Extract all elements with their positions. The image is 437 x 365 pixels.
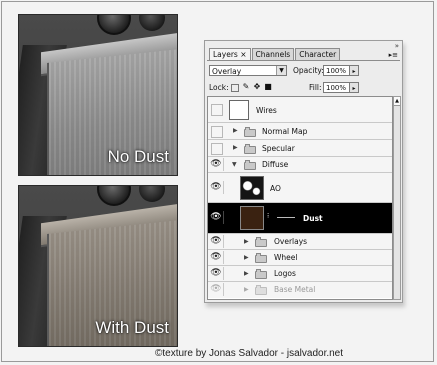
folder-icon: [255, 269, 267, 279]
move-icon[interactable]: ✥: [253, 83, 261, 91]
blend-mode-value: Overlay: [212, 67, 242, 76]
brush-icon[interactable]: ✎: [242, 83, 250, 91]
chain-link-icon: ⁝: [267, 212, 270, 220]
layers-panel: » Layers × Channels Character ▸≡ Overlay…: [204, 40, 403, 303]
panel-tabs: Layers × Channels Character: [209, 48, 341, 60]
blend-mode-select[interactable]: Overlay ▼: [209, 65, 287, 76]
opacity-label: Opacity:: [293, 66, 324, 75]
triangle-right-icon[interactable]: ▶: [244, 286, 249, 293]
layers-scrollbar[interactable]: ▲: [393, 96, 401, 300]
layer-name: Overlays: [274, 237, 308, 246]
layer-normal-map[interactable]: ▶ Normal Map: [208, 123, 392, 140]
tab-layers[interactable]: Layers ×: [209, 48, 251, 60]
credit-text: ©texture by Jonas Salvador - jsalvador.n…: [155, 348, 344, 359]
triangle-right-icon[interactable]: ▶: [244, 238, 249, 245]
layer-name: Normal Map: [262, 127, 308, 136]
layer-thumbnail: [229, 100, 249, 120]
chevron-down-icon: ▼: [276, 66, 286, 75]
with-dust-photo: With Dust: [18, 185, 178, 347]
layer-name: Logos: [274, 269, 296, 278]
no-dust-photo: No Dust: [18, 14, 178, 176]
eye-icon[interactable]: 👁: [209, 158, 224, 171]
folder-icon: [244, 144, 256, 154]
visibility-toggle[interactable]: [211, 104, 223, 116]
lock-label: Lock:: [209, 83, 229, 92]
with-dust-caption: With Dust: [95, 318, 169, 337]
no-dust-caption: No Dust: [107, 147, 169, 166]
layer-overlays[interactable]: 👁 ▶ Overlays: [208, 234, 392, 250]
layer-name: Diffuse: [262, 160, 289, 169]
lock-icon[interactable]: ■: [264, 83, 272, 91]
triangle-right-icon[interactable]: ▶: [233, 144, 238, 151]
eye-icon[interactable]: 👁: [209, 211, 224, 224]
fill-input[interactable]: 100%: [323, 82, 350, 93]
panel-menu-icon[interactable]: ▸≡: [389, 51, 398, 59]
layer-name: AO: [270, 184, 281, 193]
layer-name: Wires: [256, 106, 277, 115]
triangle-right-icon[interactable]: ▶: [244, 270, 249, 277]
layer-name: Base Metal: [274, 285, 316, 294]
layer-mask-thumbnail: [272, 206, 298, 230]
opacity-input[interactable]: 100%: [323, 65, 350, 76]
layers-list: Wires ▶ Normal Map ▶ Specular 👁 ▼ Diffus…: [207, 96, 393, 300]
layer-specular[interactable]: ▶ Specular: [208, 140, 392, 157]
eye-icon[interactable]: 👁: [209, 181, 224, 194]
triangle-right-icon[interactable]: ▶: [233, 127, 238, 134]
layer-thumbnail: [240, 176, 264, 200]
layer-name: Dust: [303, 214, 323, 223]
eye-icon[interactable]: 👁: [209, 267, 224, 280]
folder-icon: [244, 160, 256, 170]
fill-label: Fill:: [309, 83, 322, 92]
scroll-up-icon[interactable]: ▲: [394, 97, 400, 106]
folder-icon: [255, 253, 267, 263]
tab-character[interactable]: Character: [295, 48, 341, 60]
eye-icon[interactable]: 👁: [209, 251, 224, 264]
layer-dust[interactable]: 👁 ⁝ Dust: [208, 203, 392, 234]
triangle-right-icon[interactable]: ▶: [244, 254, 249, 261]
layer-diffuse[interactable]: 👁 ▼ Diffuse: [208, 157, 392, 173]
layer-wheel[interactable]: 👁 ▶ Wheel: [208, 250, 392, 266]
layer-ao[interactable]: 👁 AO: [208, 173, 392, 203]
lock-transparency-icon[interactable]: [231, 84, 239, 92]
fill-slider-icon[interactable]: ▸: [350, 82, 359, 93]
collapse-icon[interactable]: »: [395, 42, 399, 50]
opacity-slider-icon[interactable]: ▸: [350, 65, 359, 76]
eye-icon[interactable]: 👁: [209, 235, 224, 248]
layer-logos[interactable]: 👁 ▶ Logos: [208, 266, 392, 282]
folder-icon: [255, 237, 267, 247]
layer-base-metal[interactable]: 👁 ▶ Base Metal: [208, 282, 392, 298]
layer-name: Wheel: [274, 253, 298, 262]
visibility-toggle[interactable]: [211, 126, 223, 138]
eye-icon[interactable]: 👁: [209, 283, 224, 296]
tab-channels[interactable]: Channels: [251, 48, 295, 60]
layer-wires[interactable]: Wires: [208, 97, 392, 123]
layer-name: Specular: [262, 144, 295, 153]
layer-thumbnail: [240, 206, 264, 230]
folder-icon: [244, 127, 256, 137]
visibility-toggle[interactable]: [211, 143, 223, 155]
folder-icon: [255, 285, 267, 295]
triangle-down-icon[interactable]: ▼: [232, 161, 237, 168]
